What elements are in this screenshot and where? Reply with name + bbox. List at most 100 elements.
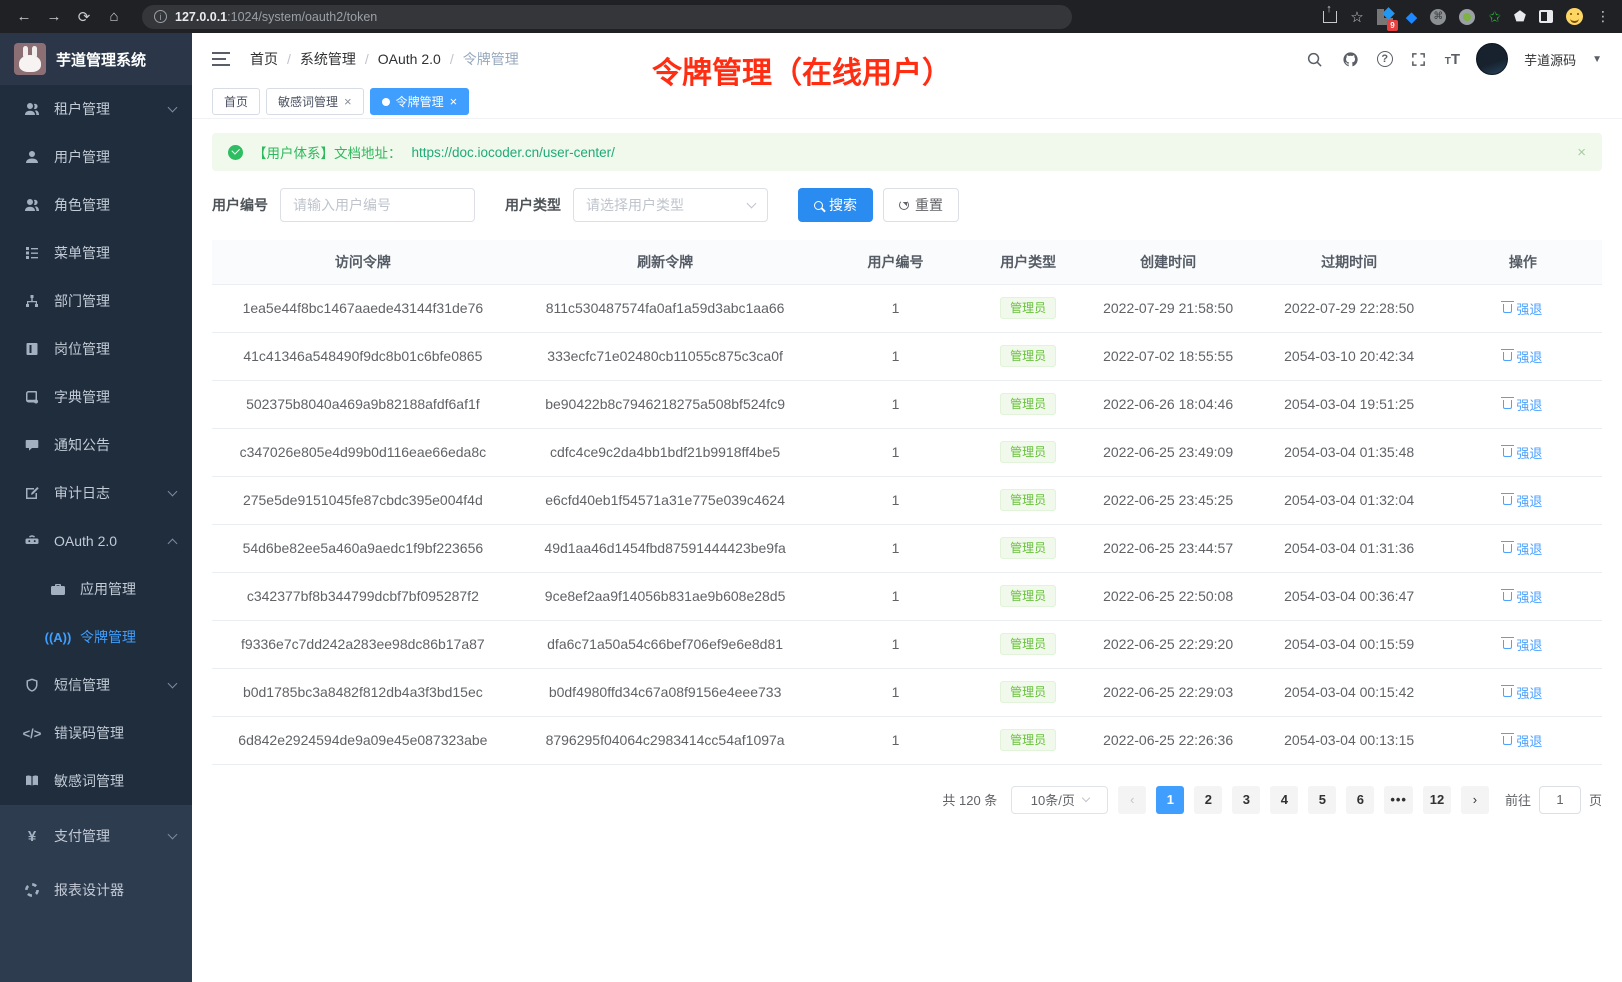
force-logout-button[interactable]: 强退	[1503, 635, 1542, 654]
force-logout-button[interactable]: 强退	[1503, 731, 1542, 750]
action-cell: 强退	[1444, 668, 1602, 716]
github-icon[interactable]	[1341, 49, 1361, 69]
pager-page-button-4[interactable]: 4	[1270, 786, 1298, 814]
user-icon	[22, 149, 42, 165]
close-icon[interactable]: ×	[450, 95, 458, 108]
caret-down-icon[interactable]: ▼	[1592, 54, 1602, 65]
puzzle-extensions-icon[interactable]: ⬟	[1514, 8, 1526, 25]
force-logout-button[interactable]: 强退	[1503, 443, 1542, 462]
address-bar[interactable]: i 127.0.0.1:1024/system/oauth2/token	[142, 5, 1072, 29]
back-icon[interactable]: ←	[12, 5, 36, 29]
sidebar-item-sensitive-word[interactable]: 敏感词管理	[0, 757, 192, 805]
refresh-icon[interactable]: ⟳	[72, 5, 96, 29]
sidebar-item-post[interactable]: 岗位管理	[0, 325, 192, 373]
sidebar-item-oauth-token[interactable]: ((A)) 令牌管理	[0, 613, 192, 661]
chevron-down-icon	[168, 486, 178, 496]
sidebar-item-oauth-app[interactable]: 应用管理	[0, 565, 192, 613]
sidebar-item-role[interactable]: 角色管理	[0, 181, 192, 229]
user-name[interactable]: 芋道源码	[1524, 50, 1576, 69]
trash-icon	[1503, 592, 1512, 601]
doc-link[interactable]: https://doc.iocoder.cn/user-center/	[412, 145, 615, 160]
profile-avatar-icon[interactable]	[1566, 8, 1583, 25]
sidebar-item-error-code[interactable]: </> 错误码管理	[0, 709, 192, 757]
gem-extension-icon[interactable]: ◆	[1406, 8, 1418, 26]
main-header: 首页/ 系统管理/ OAuth 2.0/ 令牌管理 ? TT 芋道源码 ▼	[192, 33, 1622, 85]
bookmark-star-icon[interactable]: ☆	[1350, 8, 1363, 26]
sidebar-item-pay[interactable]: ¥ 支付管理	[0, 809, 192, 863]
reset-button[interactable]: 重置	[883, 188, 959, 222]
fullscreen-icon[interactable]	[1409, 49, 1429, 69]
tab-sensitive-word[interactable]: 敏感词管理×	[266, 88, 364, 115]
pager-more-button[interactable]: •••	[1384, 786, 1413, 814]
message-bubble-icon	[22, 437, 42, 453]
user-type-cell: 管理员	[975, 284, 1082, 332]
sidebar-item-sms[interactable]: 短信管理	[0, 661, 192, 709]
pager-page-button-3[interactable]: 3	[1232, 786, 1260, 814]
pager-page-button-12[interactable]: 12	[1423, 786, 1451, 814]
help-icon[interactable]: ?	[1377, 51, 1393, 67]
table-row: c342377bf8b344799dcbf7bf095287f29ce8ef2a…	[212, 572, 1602, 620]
action-cell: 强退	[1444, 332, 1602, 380]
pager-page-button-2[interactable]: 2	[1194, 786, 1222, 814]
app-logo-row[interactable]: 芋道管理系统	[0, 33, 192, 85]
collapse-menu-icon[interactable]	[212, 52, 230, 66]
force-logout-button[interactable]: 强退	[1503, 491, 1542, 510]
user-type-select[interactable]: 请选择用户类型	[573, 188, 768, 222]
breadcrumb-oauth[interactable]: OAuth 2.0	[378, 51, 441, 67]
user-avatar[interactable]	[1476, 43, 1508, 75]
refresh-token-cell: 811c530487574fa0af1a59d3abc1aa66	[514, 284, 817, 332]
tab-home[interactable]: 首页	[212, 88, 260, 115]
trash-icon	[1503, 400, 1512, 409]
page-size-select[interactable]: 10条/页	[1011, 786, 1108, 814]
trash-icon	[1503, 688, 1512, 697]
next-page-button[interactable]: ›	[1461, 786, 1489, 814]
share-icon[interactable]	[1323, 11, 1337, 23]
prev-page-button[interactable]: ‹	[1118, 786, 1146, 814]
goto-page-input[interactable]	[1539, 786, 1581, 814]
side-panel-icon[interactable]	[1539, 10, 1553, 23]
sidebar-item-user[interactable]: 用户管理	[0, 133, 192, 181]
close-icon[interactable]: ×	[344, 95, 352, 108]
pager-page-button-6[interactable]: 6	[1346, 786, 1374, 814]
url-text: 127.0.0.1:1024/system/oauth2/token	[175, 10, 377, 24]
sidebar-item-notice[interactable]: 通知公告	[0, 421, 192, 469]
action-cell: 强退	[1444, 524, 1602, 572]
users-icon	[22, 197, 42, 213]
sidebar-item-audit-log[interactable]: 审计日志	[0, 469, 192, 517]
alert-close-icon[interactable]: ×	[1577, 144, 1586, 161]
sidebar-item-tenant[interactable]: 租户管理	[0, 85, 192, 133]
breadcrumb-home[interactable]: 首页	[250, 49, 278, 69]
trash-icon	[1503, 352, 1512, 361]
user-type-tag: 管理员	[1000, 441, 1056, 463]
browser-menu-icon[interactable]: ⋮	[1596, 8, 1610, 25]
forward-icon[interactable]: →	[42, 5, 66, 29]
force-logout-button[interactable]: 强退	[1503, 587, 1542, 606]
force-logout-button[interactable]: 强退	[1503, 539, 1542, 558]
sidebar-item-menu[interactable]: 菜单管理	[0, 229, 192, 277]
sidebar-item-report-designer[interactable]: 报表设计器	[0, 863, 192, 917]
user-type-tag: 管理员	[1000, 585, 1056, 607]
breadcrumb-system[interactable]: 系统管理	[300, 49, 356, 69]
star-extension-icon[interactable]: ✩	[1488, 8, 1501, 26]
force-logout-button[interactable]: 强退	[1503, 395, 1542, 414]
force-logout-button[interactable]: 强退	[1503, 299, 1542, 318]
tab-token[interactable]: 令牌管理×	[370, 88, 470, 115]
sidebar-item-dict[interactable]: 字典管理	[0, 373, 192, 421]
force-logout-button[interactable]: 强退	[1503, 683, 1542, 702]
pager-page-button-5[interactable]: 5	[1308, 786, 1336, 814]
briefcase-icon	[48, 581, 68, 597]
adblock-extension-icon[interactable]: 9	[1377, 9, 1393, 25]
circle-extension-icon[interactable]: ⌘	[1430, 9, 1446, 25]
font-size-icon[interactable]: TT	[1445, 51, 1460, 68]
success-check-icon	[228, 145, 243, 160]
sidebar-item-oauth[interactable]: OAuth 2.0	[0, 517, 192, 565]
search-icon[interactable]	[1305, 49, 1325, 69]
search-button[interactable]: 搜索	[798, 188, 873, 222]
force-logout-button[interactable]: 强退	[1503, 347, 1542, 366]
pager-page-button-1[interactable]: 1	[1156, 786, 1184, 814]
user-id-input[interactable]	[280, 188, 475, 222]
recorder-extension-icon[interactable]	[1459, 9, 1475, 25]
site-info-icon[interactable]: i	[154, 10, 167, 23]
home-icon[interactable]: ⌂	[102, 5, 126, 29]
sidebar-item-dept[interactable]: 部门管理	[0, 277, 192, 325]
